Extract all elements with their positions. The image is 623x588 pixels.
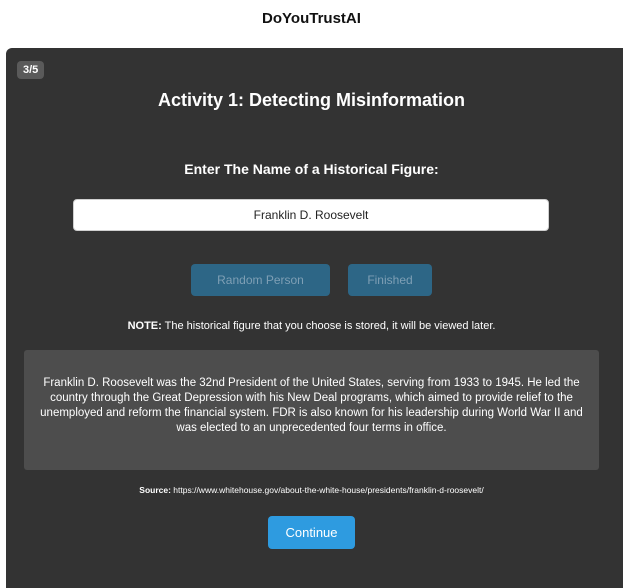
bio-text: Franklin D. Roosevelt was the 32nd Presi…	[40, 377, 583, 434]
note-body: The historical figure that you choose is…	[161, 320, 496, 332]
app-title: DoYouTrustAI	[262, 10, 361, 27]
source-label: Source:	[139, 485, 171, 495]
finished-button[interactable]: Finished	[348, 264, 432, 296]
source-url: https://www.whitehouse.gov/about-the-whi…	[170, 485, 484, 495]
activity-title: Activity 1: Detecting Misinformation	[157, 90, 466, 110]
note-label: NOTE:	[127, 320, 162, 332]
source-line: Source: https://www.whitehouse.gov/about…	[0, 485, 623, 495]
prompt-label: Enter The Name of a Historical Figure:	[184, 161, 439, 177]
random-person-button[interactable]: Random Person	[191, 264, 330, 296]
activity-panel: 3/5	[6, 48, 623, 588]
note-text: NOTE: The historical figure that you cho…	[0, 320, 623, 332]
historical-figure-input[interactable]	[73, 199, 549, 231]
step-badge: 3/5	[17, 61, 45, 79]
bio-box: Franklin D. Roosevelt was the 32nd Presi…	[24, 350, 599, 470]
continue-button[interactable]: Continue	[268, 516, 355, 549]
